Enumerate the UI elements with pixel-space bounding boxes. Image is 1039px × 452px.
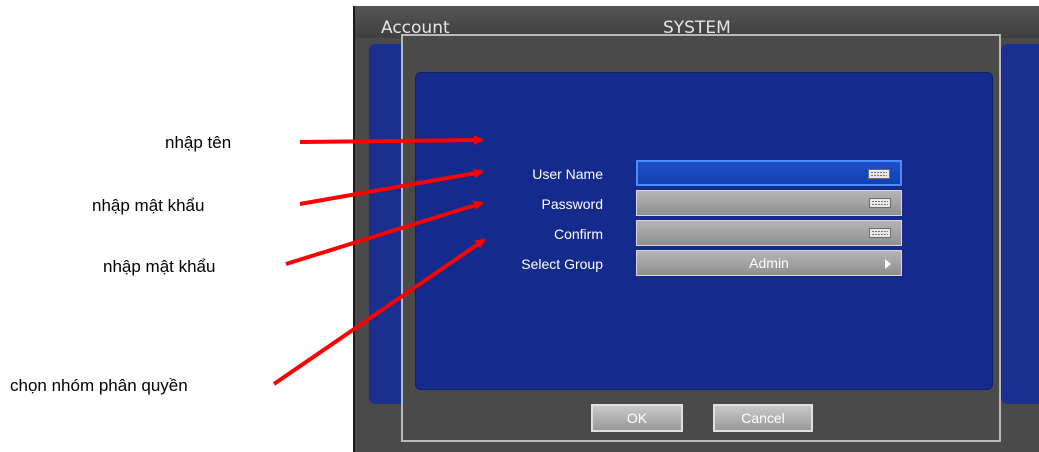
arrow-to-confirm: [285, 200, 484, 266]
annotation-arrows: [272, 135, 486, 386]
arrow-to-select-group: [272, 238, 486, 386]
arrow-to-password: [299, 168, 484, 206]
arrow-to-user-name: [299, 135, 484, 146]
